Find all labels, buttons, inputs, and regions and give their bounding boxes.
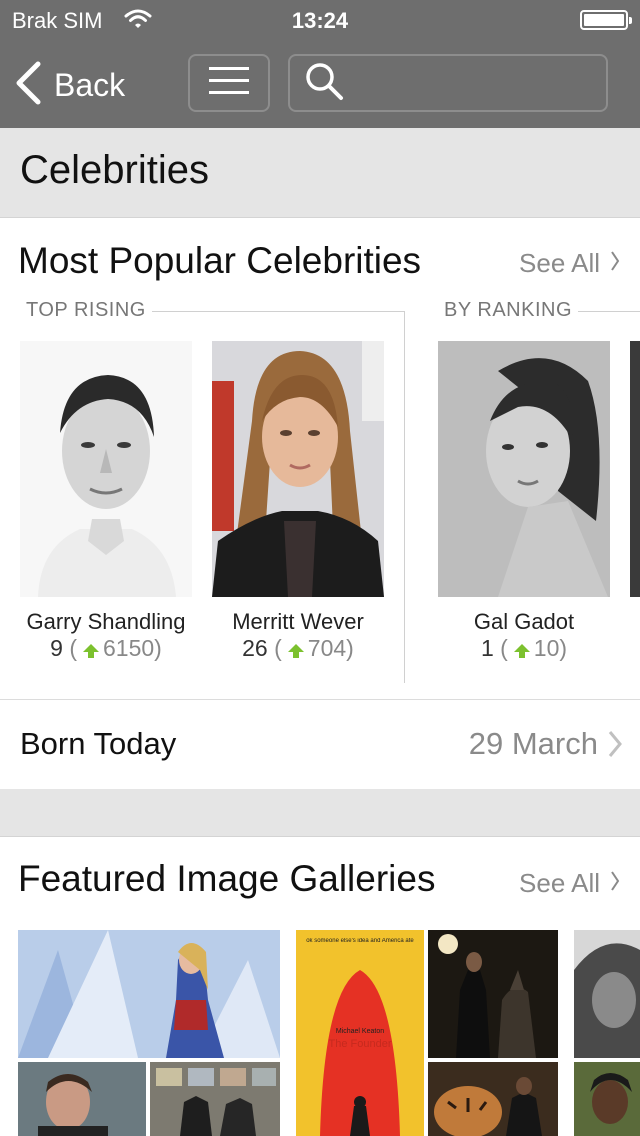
paren-open: ( bbox=[274, 635, 282, 661]
back-label: Back bbox=[54, 66, 126, 103]
section-separator-band bbox=[0, 789, 640, 837]
born-today-label: Born Today bbox=[20, 726, 177, 761]
status-time: 13:24 bbox=[291, 8, 349, 33]
back-chevron-icon bbox=[14, 61, 42, 110]
chevron-right-icon bbox=[608, 730, 622, 763]
galleries-see-all-link[interactable]: See All bbox=[519, 868, 620, 899]
rank-value: 9 bbox=[50, 635, 63, 661]
popular-see-all-link[interactable]: See All bbox=[519, 248, 620, 279]
gallery-image bbox=[18, 930, 280, 1058]
battery-icon bbox=[580, 10, 632, 30]
gallery-image bbox=[574, 930, 640, 1058]
celebrity-photo bbox=[438, 341, 610, 597]
galleries-section-title: Featured Image Galleries bbox=[18, 858, 436, 899]
gallery-image bbox=[428, 930, 558, 1058]
gallery-card-the-founder[interactable]: ok someone else's idea and America ate M… bbox=[296, 930, 558, 1136]
paren-open: ( bbox=[69, 635, 77, 661]
popular-section-title: Most Popular Celebrities bbox=[18, 240, 422, 281]
celebrity-rank: 9 (6150) bbox=[0, 635, 212, 662]
gallery-poster-the-founder: ok someone else's idea and America ate M… bbox=[296, 930, 424, 1136]
chevron-right-icon bbox=[610, 248, 620, 279]
celebrity-card-garry-shandling[interactable]: Garry Shandling 9 (6150) bbox=[20, 341, 194, 671]
born-today-row[interactable]: Born Today 29 March bbox=[0, 700, 640, 788]
paren-close: ) bbox=[154, 635, 162, 661]
menu-button[interactable] bbox=[188, 54, 270, 112]
up-arrow-icon bbox=[287, 644, 304, 658]
rank-change: 704 bbox=[307, 635, 347, 661]
poster-title: The Founder bbox=[328, 1038, 392, 1050]
search-box[interactable] bbox=[288, 54, 640, 112]
top-rising-label: TOP RISING bbox=[26, 299, 152, 322]
gallery-card-partial[interactable] bbox=[574, 930, 640, 1136]
celebrity-photo bbox=[212, 341, 384, 597]
up-arrow-icon bbox=[513, 644, 530, 658]
celebrity-name: Garry Shandling bbox=[26, 609, 186, 634]
gallery-image bbox=[428, 1062, 558, 1136]
poster-credit: Michael Keaton bbox=[335, 1028, 385, 1035]
status-bar: Brak SIM 13:24 bbox=[0, 0, 640, 40]
gallery-card-supergirl[interactable] bbox=[18, 930, 280, 1136]
rank-change: 10 bbox=[533, 635, 560, 661]
rank-value: 26 bbox=[242, 635, 268, 661]
born-today-date: 29 March bbox=[468, 726, 598, 761]
section-divider bbox=[404, 311, 405, 683]
app-screen: Brak SIM 13:24 Back Celebrities Most Pop… bbox=[0, 0, 640, 1136]
hamburger-menu-icon bbox=[209, 66, 249, 101]
celebrity-rank: 26 (704) bbox=[192, 635, 404, 662]
chevron-right-icon bbox=[610, 868, 620, 899]
by-ranking-label: BY RANKING bbox=[444, 299, 578, 322]
celebrity-card-partial[interactable] bbox=[630, 341, 640, 597]
celebrity-name: Merritt Wever bbox=[232, 609, 364, 634]
celebrity-card-merritt-wever[interactable]: Merritt Wever 26 (704) bbox=[212, 341, 386, 671]
celebrity-card-gal-gadot[interactable]: Gal Gadot 1 (10) bbox=[438, 341, 612, 671]
back-button[interactable]: Back bbox=[14, 60, 125, 110]
gallery-image bbox=[18, 1062, 146, 1136]
rank-change: 6150 bbox=[103, 635, 155, 661]
rank-value: 1 bbox=[480, 635, 494, 661]
search-input[interactable] bbox=[344, 56, 640, 110]
search-icon bbox=[304, 61, 344, 106]
paren-open: ( bbox=[500, 635, 508, 661]
page-title-band: Celebrities bbox=[0, 128, 640, 218]
celebrity-name: Gal Gadot bbox=[473, 609, 575, 634]
up-arrow-icon bbox=[83, 644, 99, 658]
gallery-image bbox=[150, 1062, 280, 1136]
celebrity-photo bbox=[20, 341, 192, 597]
paren-close: ) bbox=[559, 635, 568, 661]
celebrity-rank: 1 (10) bbox=[418, 635, 630, 662]
gallery-image bbox=[574, 1062, 640, 1136]
page-title: Celebrities bbox=[20, 148, 209, 192]
paren-close: ) bbox=[346, 635, 354, 661]
poster-tagline: ok someone else's idea and America ate bbox=[306, 938, 414, 944]
see-all-label: See All bbox=[519, 868, 600, 898]
top-bar: Brak SIM 13:24 Back bbox=[0, 0, 640, 128]
see-all-label: See All bbox=[519, 248, 600, 278]
